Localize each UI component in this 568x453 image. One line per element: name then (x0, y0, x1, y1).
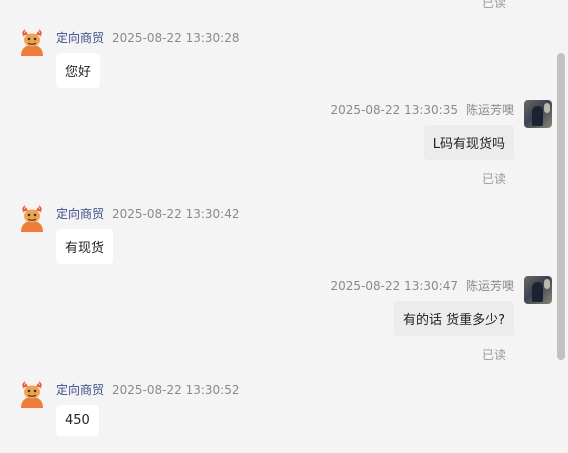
message-outgoing: 2025-08-22 13:30:47 陈运芳噢 有的话 货重多少? 已读 (32, 276, 552, 366)
message-header: 定向商贸 2025-08-22 13:30:28 (56, 29, 239, 46)
message-bubble[interactable]: 有的话 货重多少? (393, 301, 514, 336)
avatar-figure (532, 282, 543, 302)
sender-name[interactable]: 定向商贸 (56, 31, 104, 45)
sender-name: 陈运芳噢 (465, 103, 514, 117)
avatar-light (544, 279, 550, 289)
chat-panel: 已读 定向商贸 2025-08-22 13:30:28 您好 2025-08-2… (0, 0, 568, 453)
cartoon-mascot-icon[interactable] (18, 28, 46, 56)
cartoon-mascot-icon[interactable] (18, 380, 46, 408)
user-avatar[interactable] (524, 276, 552, 304)
message-bubble[interactable]: 有现货 (56, 229, 114, 264)
user-avatar[interactable] (524, 100, 552, 128)
message-timestamp: 2025-08-22 13:30:28 (112, 31, 240, 45)
sender-name[interactable]: 定向商贸 (56, 383, 104, 397)
message-header: 2025-08-22 13:30:35 陈运芳噢 (331, 101, 514, 118)
message-header: 定向商贸 2025-08-22 13:30:52 (56, 381, 239, 398)
message-outgoing: 2025-08-22 13:30:35 陈运芳噢 L码有现货吗 已读 (32, 100, 552, 190)
message-header: 定向商贸 2025-08-22 13:30:42 (56, 205, 239, 222)
message-timestamp: 2025-08-22 13:30:52 (112, 383, 240, 397)
cartoon-mascot-icon[interactable] (18, 204, 46, 232)
scrollbar-thumb[interactable] (557, 53, 565, 360)
message-bubble[interactable]: 450 (56, 405, 99, 436)
message-timestamp: 2025-08-22 13:30:42 (112, 207, 240, 221)
message-timestamp: 2025-08-22 13:30:47 (330, 279, 458, 293)
message-header: 2025-08-22 13:30:47 陈运芳噢 (331, 277, 514, 294)
read-status: 已读 (481, 172, 506, 186)
message-bubble[interactable]: L码有现货吗 (423, 125, 514, 160)
read-status: 已读 (481, 348, 506, 362)
avatar-figure (532, 106, 543, 126)
sender-name[interactable]: 定向商贸 (56, 207, 104, 221)
sender-name: 陈运芳噢 (465, 279, 514, 293)
read-status: 已读 (481, 0, 506, 10)
message-timestamp: 2025-08-22 13:30:35 (330, 103, 458, 117)
message-bubble[interactable]: 您好 (56, 53, 101, 88)
scrollbar-track[interactable] (556, 0, 566, 453)
avatar-light (544, 103, 550, 113)
